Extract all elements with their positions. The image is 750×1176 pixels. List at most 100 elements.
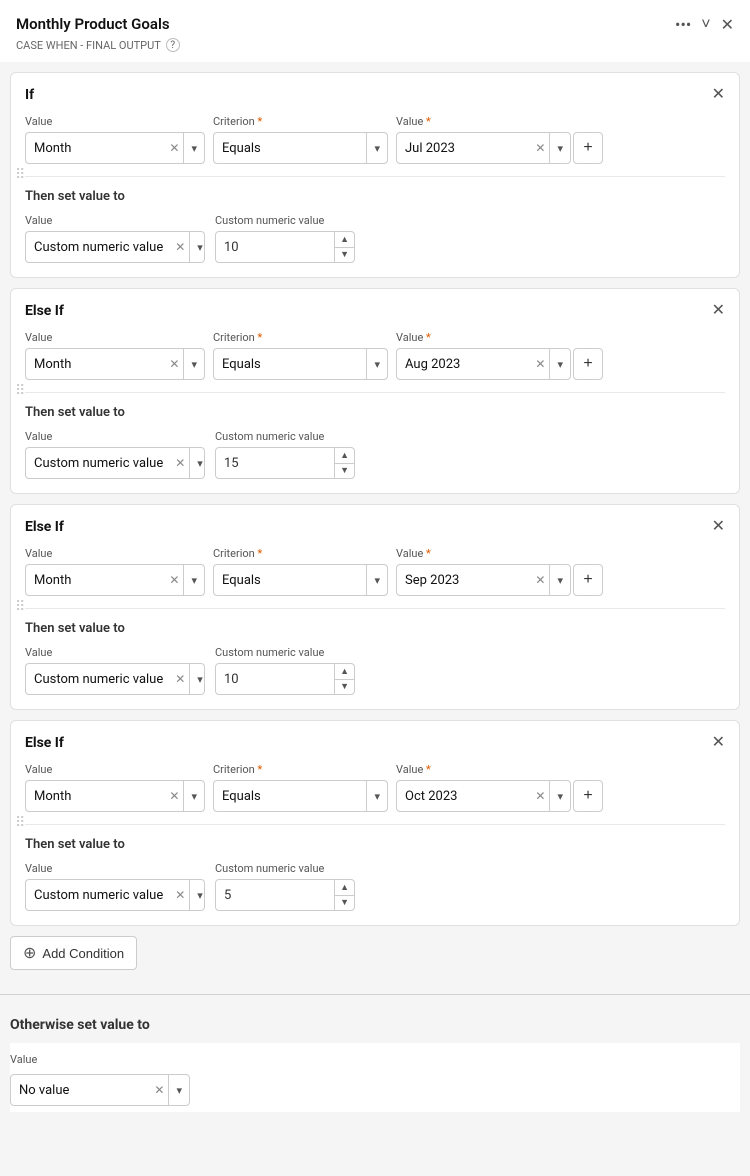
if-then-numeric-group: Custom numeric value 10 ▲ ▼: [215, 214, 355, 263]
elseif3-then-numeric-arrows: ▲ ▼: [334, 880, 354, 910]
if-value-arrow[interactable]: ▾: [183, 133, 204, 163]
elseif1-then-up-arrow[interactable]: ▲: [335, 448, 354, 464]
elseif1-then-value-clear[interactable]: ✕: [171, 456, 189, 470]
if-then-numeric-input[interactable]: 10 ▲ ▼: [215, 231, 355, 263]
otherwise-value-select[interactable]: No value ✕ ▾: [10, 1074, 190, 1106]
elseif2-value-clear[interactable]: ✕: [165, 573, 183, 587]
elseif2-then-down-arrow[interactable]: ▼: [335, 680, 354, 695]
if-close-button[interactable]: ✕: [712, 87, 725, 103]
elseif2-close-button[interactable]: ✕: [712, 519, 725, 535]
elseif2-then-value-clear[interactable]: ✕: [171, 672, 189, 686]
if-then-value-group: Value Custom numeric value ✕ ▾: [25, 214, 205, 263]
elseif1-then-down-arrow[interactable]: ▼: [335, 464, 354, 479]
drag-handle-if[interactable]: ⠿: [11, 163, 29, 187]
more-icon[interactable]: •••: [675, 15, 691, 34]
elseif1-value-clear[interactable]: ✕: [165, 357, 183, 371]
elseif3-criterion-arrow[interactable]: ▾: [366, 781, 387, 811]
elseif3-then-numeric-input[interactable]: 5 ▲ ▼: [215, 879, 355, 911]
elseif3-criterion-select[interactable]: Equals ▾: [213, 780, 388, 812]
elseif3-then-up-arrow[interactable]: ▲: [335, 880, 354, 896]
elseif3-add-value-button[interactable]: +: [573, 780, 603, 812]
elseif2-add-value-button[interactable]: +: [573, 564, 603, 596]
if-criterion-select[interactable]: Equals ▾: [213, 132, 388, 164]
elseif1-then-value-select[interactable]: Custom numeric value ✕ ▾: [25, 447, 205, 479]
elseif1-date-arrow[interactable]: ▾: [549, 349, 570, 379]
elseif2-value-select[interactable]: Month ✕ ▾: [25, 564, 205, 596]
elseif2-then-value-arrow[interactable]: ▾: [189, 664, 205, 694]
if-value-clear[interactable]: ✕: [165, 141, 183, 155]
elseif1-criterion-select[interactable]: Equals ▾: [213, 348, 388, 380]
elseif3-value-label: Value: [25, 763, 205, 776]
close-icon[interactable]: ✕: [721, 15, 734, 34]
if-then-value-arrow[interactable]: ▾: [189, 232, 205, 262]
elseif2-then-up-arrow[interactable]: ▲: [335, 664, 354, 680]
subtitle-info-icon[interactable]: ?: [166, 38, 180, 52]
if-date-arrow[interactable]: ▾: [549, 133, 570, 163]
chevron-down-icon[interactable]: ˅: [701, 14, 710, 34]
elseif1-date-wrapper: Aug 2023 ✕ ▾ +: [396, 348, 603, 380]
elseif3-date-clear[interactable]: ✕: [531, 789, 549, 803]
elseif2-criterion-select[interactable]: Equals ▾: [213, 564, 388, 596]
if-date-group: Value * Jul 2023 ✕ ▾ +: [396, 115, 603, 164]
elseif3-criterion-group: Criterion * Equals ▾: [213, 763, 388, 812]
elseif1-date-select[interactable]: Aug 2023 ✕ ▾: [396, 348, 571, 380]
if-then-value-select[interactable]: Custom numeric value ✕ ▾: [25, 231, 205, 263]
if-date-clear[interactable]: ✕: [531, 141, 549, 155]
elseif3-close-button[interactable]: ✕: [712, 735, 725, 751]
elseif2-then-value-select[interactable]: Custom numeric value ✕ ▾: [25, 663, 205, 695]
add-condition-button[interactable]: ⊕ Add Condition: [10, 936, 137, 970]
elseif1-date-clear[interactable]: ✕: [531, 357, 549, 371]
elseif3-date-arrow[interactable]: ▾: [549, 781, 570, 811]
elseif1-value-select[interactable]: Month ✕ ▾: [25, 348, 205, 380]
elseif3-then-custom-label: Custom numeric value: [215, 862, 355, 875]
if-add-value-button[interactable]: +: [573, 132, 603, 164]
elseif3-date-group: Value * Oct 2023 ✕ ▾ +: [396, 763, 603, 812]
if-value-select[interactable]: Month ✕ ▾: [25, 132, 205, 164]
elseif2-date-arrow[interactable]: ▾: [549, 565, 570, 595]
elseif1-add-value-button[interactable]: +: [573, 348, 603, 380]
if-then-down-arrow[interactable]: ▼: [335, 248, 354, 263]
elseif2-then-value-group: Value Custom numeric value ✕ ▾: [25, 646, 205, 695]
elseif3-date-select[interactable]: Oct 2023 ✕ ▾: [396, 780, 571, 812]
elseif3-then-down-arrow[interactable]: ▼: [335, 896, 354, 911]
elseif1-criterion-arrow[interactable]: ▾: [366, 349, 387, 379]
elseif3-value-select[interactable]: Month ✕ ▾: [25, 780, 205, 812]
elseif1-close-button[interactable]: ✕: [712, 303, 725, 319]
elseif3-then-section: Then set value to Value Custom numeric v…: [25, 824, 725, 911]
if-value-group: Value Month ✕ ▾: [25, 115, 205, 164]
if-then-value-clear[interactable]: ✕: [171, 240, 189, 254]
drag-handle-elseif3[interactable]: ⠿: [11, 811, 29, 835]
otherwise-value-arrow[interactable]: ▾: [168, 1075, 189, 1105]
elseif2-date-select[interactable]: Sep 2023 ✕ ▾: [396, 564, 571, 596]
otherwise-value-clear[interactable]: ✕: [150, 1083, 168, 1097]
elseif1-then-numeric-arrows: ▲ ▼: [334, 448, 354, 478]
elseif3-value-text: Month: [26, 789, 165, 804]
header-actions: ••• ˅ ✕: [675, 14, 734, 34]
elseif2-then-section: Then set value to Value Custom numeric v…: [25, 608, 725, 695]
elseif3-value-group: Value Month ✕ ▾: [25, 763, 205, 812]
elseif1-header: Else If ✕: [25, 303, 725, 319]
drag-handle-elseif2[interactable]: ⠿: [11, 595, 29, 619]
elseif2-criterion-arrow[interactable]: ▾: [366, 565, 387, 595]
elseif2-then-numeric-input[interactable]: 10 ▲ ▼: [215, 663, 355, 695]
if-then-section: Then set value to Value Custom numeric v…: [25, 176, 725, 263]
if-date-select[interactable]: Jul 2023 ✕ ▾: [396, 132, 571, 164]
elseif3-then-value-select[interactable]: Custom numeric value ✕ ▾: [25, 879, 205, 911]
elseif2-value-arrow[interactable]: ▾: [183, 565, 204, 595]
elseif3-date-wrapper: Oct 2023 ✕ ▾ +: [396, 780, 603, 812]
if-then-up-arrow[interactable]: ▲: [335, 232, 354, 248]
subtitle: CASE WHEN - FINAL OUTPUT ?: [0, 38, 750, 62]
elseif1-value-group: Value Month ✕ ▾: [25, 331, 205, 380]
elseif3-then-value-arrow[interactable]: ▾: [189, 880, 205, 910]
else-if-1-block: ⠿ Else If ✕ Value Month ✕ ▾ Criterion * …: [10, 288, 740, 494]
elseif3-then-value-clear[interactable]: ✕: [171, 888, 189, 902]
else-if-3-block: ⠿ Else If ✕ Value Month ✕ ▾ Criterion * …: [10, 720, 740, 926]
elseif1-then-value-arrow[interactable]: ▾: [189, 448, 205, 478]
if-criterion-arrow[interactable]: ▾: [366, 133, 387, 163]
drag-handle-elseif1[interactable]: ⠿: [11, 379, 29, 403]
elseif3-value-clear[interactable]: ✕: [165, 789, 183, 803]
elseif3-value-arrow[interactable]: ▾: [183, 781, 204, 811]
elseif2-date-clear[interactable]: ✕: [531, 573, 549, 587]
elseif1-value-arrow[interactable]: ▾: [183, 349, 204, 379]
elseif1-then-numeric-input[interactable]: 15 ▲ ▼: [215, 447, 355, 479]
